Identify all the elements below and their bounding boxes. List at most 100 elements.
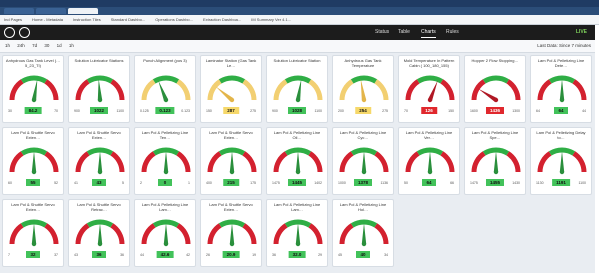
gauge-band (339, 79, 354, 101)
gauge-card[interactable]: Anhydrous Gas Tank Level (…5_23_TI) 30 70 8… (2, 55, 64, 123)
gauge-title: Lam Pol & Pelletizing Line Cyc… (339, 130, 387, 140)
gauge-card[interactable]: Lam Pol & Shuttle Servo Exten… 400 175 215 (200, 127, 262, 195)
gauge-band (9, 79, 24, 101)
gauge-card[interactable]: Mold Temperature In Pattern Cabin ( 100_… (398, 55, 460, 123)
gauge-value: 20.9 (222, 251, 240, 258)
nav-rules[interactable]: Rules (446, 28, 459, 37)
gauge-band (75, 151, 90, 173)
gauge-value: 64 (422, 179, 436, 186)
gauge-card[interactable]: Lam Pol & Pelletizing Line Hol… 45 34 40 (332, 199, 394, 267)
gauge-title: Solution Lubricator Stations (74, 58, 124, 63)
power-icon[interactable] (4, 27, 15, 38)
gauge-card[interactable]: Lam Pol & Shuttle Servo Exten… 7 37 32 (2, 199, 64, 267)
gauge-min-label: 400 (206, 181, 212, 185)
gauge-min-label: 1130 (536, 181, 544, 185)
gauge-min-label: 30 (8, 109, 12, 113)
gauge-value: 215 (223, 179, 239, 186)
range-option[interactable]: 1h (68, 43, 75, 48)
browser-tab[interactable] (4, 8, 34, 14)
gauge-title: Lam Pol & Pelletizing Line Dete… (537, 58, 585, 68)
bookmark-item[interactable]: Home - Metadata (32, 15, 63, 24)
gauge-max-label: 1100 (578, 181, 586, 185)
gauge-needle (295, 79, 302, 101)
gauge-card[interactable]: Punch Alignment (pos 3) 0.125 0.123 0.123 (134, 55, 196, 123)
bookmark-item[interactable]: Standard Dashbo... (111, 15, 145, 24)
gauge-min-label: 44 (140, 253, 144, 257)
gauge-card[interactable]: Lam Pol & Pelletizing Line Ten… 2 1 0 (134, 127, 196, 195)
gauge-dial (207, 219, 257, 247)
range-option[interactable]: 1d (56, 43, 63, 48)
gauge-card[interactable]: Lam Pol & Pelletizing Delay to… 1130 1100 1… (530, 127, 592, 195)
bookmark-item[interactable]: Extraction Dashboa... (203, 15, 241, 24)
gauge-hub (31, 241, 37, 247)
gauge-band (9, 223, 24, 245)
gauge-card[interactable]: Lam Pol & Shuttle Servo Retrac… 43 36 36 (68, 199, 130, 267)
gauge-max-label: 29 (318, 253, 322, 257)
gauge-hub (559, 169, 565, 175)
gauge-band (152, 75, 180, 84)
gauge-card[interactable]: Lam Pol & Pelletizing Line Oil… 1475 1402 1… (266, 127, 328, 195)
gauge-card[interactable]: Lam Pol & Shuttle Servo Exten… 26 19 20.9 (200, 199, 262, 267)
browser-tab-strip (0, 7, 599, 15)
gauge-title: Lam Pol & Shuttle Servo Exten… (209, 202, 253, 212)
gauge-hub (97, 241, 103, 247)
gauge-dial (207, 147, 257, 175)
gauge-band (9, 151, 24, 173)
page-scrollbar[interactable] (595, 25, 599, 273)
gauge-band (273, 223, 288, 245)
gauge-card[interactable]: Hopper 2 Flow Stopping… 1600 1300 1436 (464, 55, 526, 123)
gauge-dial (75, 147, 125, 175)
gauge-needle (229, 151, 235, 172)
bookmark-item[interactable]: Ind Pages (4, 15, 22, 24)
gauge-dial (273, 75, 323, 103)
gauge-hub (361, 97, 367, 103)
range-option[interactable]: 24h (16, 43, 26, 48)
gauge-card[interactable]: Lam Pol & Pelletizing Line Lam… 44 42 42.6 (134, 199, 196, 267)
gauge-min-label: 2 (140, 181, 142, 185)
gauge-max-label: 150 (448, 109, 454, 113)
nav-table[interactable]: Table (398, 28, 410, 37)
gauge-card[interactable]: Lam Pol & Pelletizing Line Lam… 36 29 32.0 (266, 199, 328, 267)
gauge-card[interactable]: Lam Pol & Shuttle Servo Exten… 41 5 43 (68, 127, 130, 195)
gauge-value: 40 (356, 251, 370, 258)
gauge-min-label: 900 (74, 109, 80, 113)
gauge-card[interactable]: Lam Pol & Pelletizing Line Ver… 50 66 64 (398, 127, 460, 195)
settings-icon[interactable] (19, 27, 30, 38)
gauge-title: Mold Temperature In Pattern Cabin ( 100_… (403, 58, 455, 68)
gauge-needle (158, 80, 169, 101)
range-option[interactable]: 1h (4, 43, 11, 48)
range-option[interactable]: 30 (43, 43, 50, 48)
nav-charts[interactable]: Charts (421, 28, 436, 38)
gauge-card[interactable]: Lam Pol & Shuttle Servo Exten… 60 52 55 (2, 127, 64, 195)
gauge-max-label: 34 (384, 253, 388, 257)
gauge-card[interactable]: Anhydrous Gas Tank Temperature 200 275 254 (332, 55, 394, 123)
gauge-hub (163, 97, 169, 103)
gauge-title: Lam Pol & Pelletizing Line Lam… (273, 202, 321, 212)
browser-tab[interactable] (68, 8, 98, 14)
bookmark-item[interactable]: IM Summary Ver 4.1... (251, 15, 291, 24)
gauge-value: 1436 (485, 107, 505, 114)
gauge-band (506, 79, 521, 101)
gauge-card[interactable]: Laminator Station (Gas Tank Le… 150 275 287 (200, 55, 262, 123)
gauge-card[interactable]: Solution Lubricator Stations 900 1100 1022 (68, 55, 130, 123)
gauge-max-label: 1402 (314, 181, 322, 185)
gauge-min-label: 64 (536, 109, 540, 113)
bookmark-item[interactable]: Instruction Tiles (73, 15, 101, 24)
gauge-needle (361, 223, 367, 244)
range-option[interactable]: 7d (31, 43, 38, 48)
nav-status[interactable]: Status (375, 28, 389, 37)
gauge-needle (559, 151, 565, 172)
gauge-card[interactable]: Lam Pol & Pelletizing Line Spe… 1475 1430 1… (464, 127, 526, 195)
gauge-hub (295, 97, 301, 103)
gauge-value: 1022 (89, 107, 109, 114)
gauge-max-label: 1430 (512, 181, 520, 185)
browser-tab[interactable] (36, 8, 66, 14)
gauge-card[interactable]: Lam Pol & Pelletizing Line Dete… 64 44 64 (530, 55, 592, 123)
gauge-max-label: 70 (54, 109, 58, 113)
gauge-band (416, 75, 444, 84)
gauge-card[interactable]: Solution Lubricator Station 900 1100 1028 (266, 55, 328, 123)
bookmark-item[interactable]: Operations Dashbo... (155, 15, 193, 24)
gauge-min-label: 43 (74, 253, 78, 257)
gauge-dial (141, 75, 191, 103)
gauge-card[interactable]: Lam Pol & Pelletizing Line Cyc… 1000 1136 1… (332, 127, 394, 195)
